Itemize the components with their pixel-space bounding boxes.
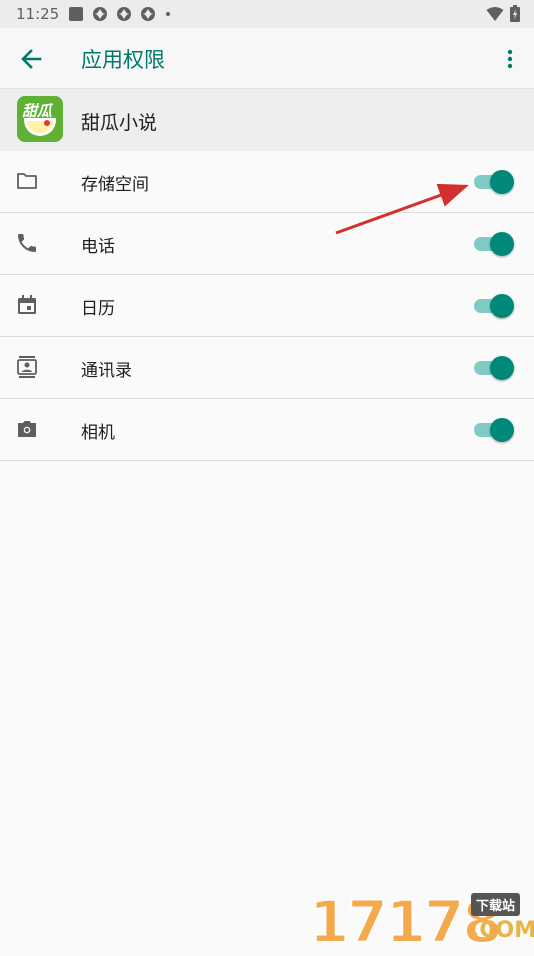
status-time: 11:25 (16, 5, 60, 23)
dot-icon (166, 12, 170, 16)
permission-row-phone[interactable]: 电话 (0, 213, 534, 275)
app-header: 甜瓜 甜瓜小说 (0, 89, 534, 151)
switch-thumb (490, 232, 514, 256)
contacts-toggle[interactable] (474, 356, 514, 380)
app-name: 甜瓜小说 (81, 112, 158, 134)
storage-toggle[interactable] (474, 170, 514, 194)
switch-thumb (490, 170, 514, 194)
contacts-icon (17, 356, 37, 378)
app-icon: 甜瓜 (17, 96, 63, 142)
permission-label: 相机 (81, 423, 115, 443)
folder-icon (17, 173, 37, 189)
calendar-icon (18, 295, 36, 314)
page-title: 应用权限 (81, 48, 165, 72)
watermark-domain: .COM (471, 918, 534, 943)
permission-label: 电话 (81, 237, 115, 257)
more-options-button[interactable] (498, 42, 522, 76)
melon-shape (24, 118, 56, 136)
camera-icon (18, 421, 36, 437)
permission-label: 存储空间 (81, 175, 149, 195)
camera-toggle[interactable] (474, 418, 514, 442)
app-notification-icon (93, 7, 107, 21)
status-right-icons (486, 5, 520, 22)
switch-thumb (490, 356, 514, 380)
permission-row-calendar[interactable]: 日历 (0, 275, 534, 337)
wifi-icon (486, 6, 504, 21)
app-notification-icon (117, 7, 131, 21)
melon-seed (44, 120, 50, 126)
permission-label: 通讯录 (81, 361, 132, 381)
notification-icons (68, 6, 172, 22)
calendar-toggle[interactable] (474, 294, 514, 318)
status-bar: 11:25 (0, 0, 534, 28)
permission-row-camera[interactable]: 相机 (0, 399, 534, 461)
watermark-tag: 下载站 (471, 893, 521, 916)
switch-thumb (490, 418, 514, 442)
app-notification-icon (141, 7, 155, 21)
permission-row-storage[interactable]: 存储空间 (0, 151, 534, 213)
switch-thumb (490, 294, 514, 318)
arrow-left-icon (21, 49, 42, 69)
more-vert-icon (507, 49, 513, 69)
permission-list: 存储空间 电话 日历 通讯录 相机 (0, 151, 534, 461)
watermark-logo: 17178 下载站 .COM (305, 887, 534, 956)
app-bar: 应用权限 (0, 28, 534, 89)
phone-toggle[interactable] (474, 232, 514, 256)
phone-icon (18, 234, 36, 252)
permission-row-contacts[interactable]: 通讯录 (0, 337, 534, 399)
permission-label: 日历 (81, 299, 115, 319)
back-button[interactable] (14, 42, 48, 76)
battery-icon (510, 5, 520, 22)
square-notification-icon (69, 7, 83, 21)
